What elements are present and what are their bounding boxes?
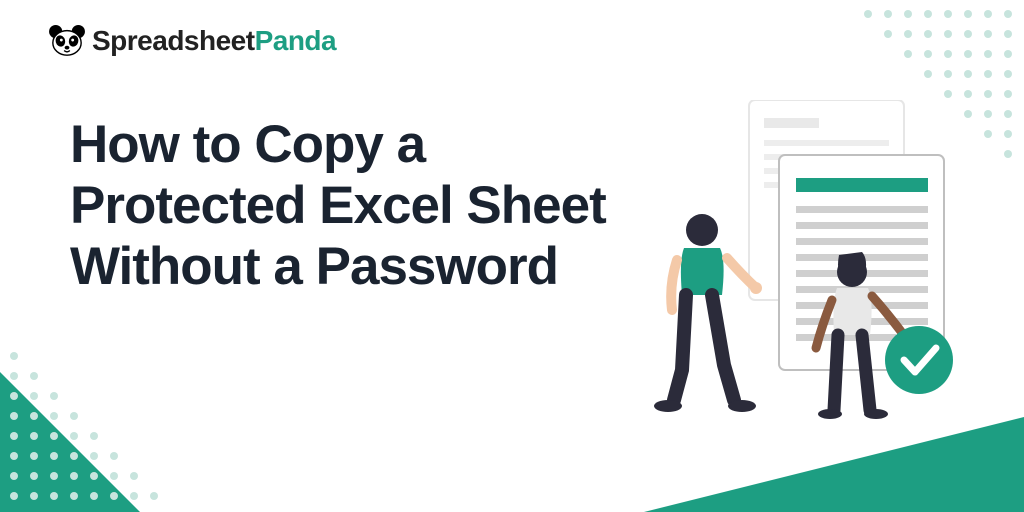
dot-pattern-bottom-left [10, 352, 160, 502]
hero-illustration [584, 100, 964, 460]
checkmark-badge-icon [885, 326, 953, 394]
brand-logo: SpreadsheetPanda [48, 24, 336, 58]
person-left-icon [654, 214, 762, 412]
panda-icon [48, 24, 86, 58]
page-title: How to Copy aProtected Excel SheetWithou… [70, 115, 606, 298]
brand-name: SpreadsheetPanda [92, 25, 336, 57]
